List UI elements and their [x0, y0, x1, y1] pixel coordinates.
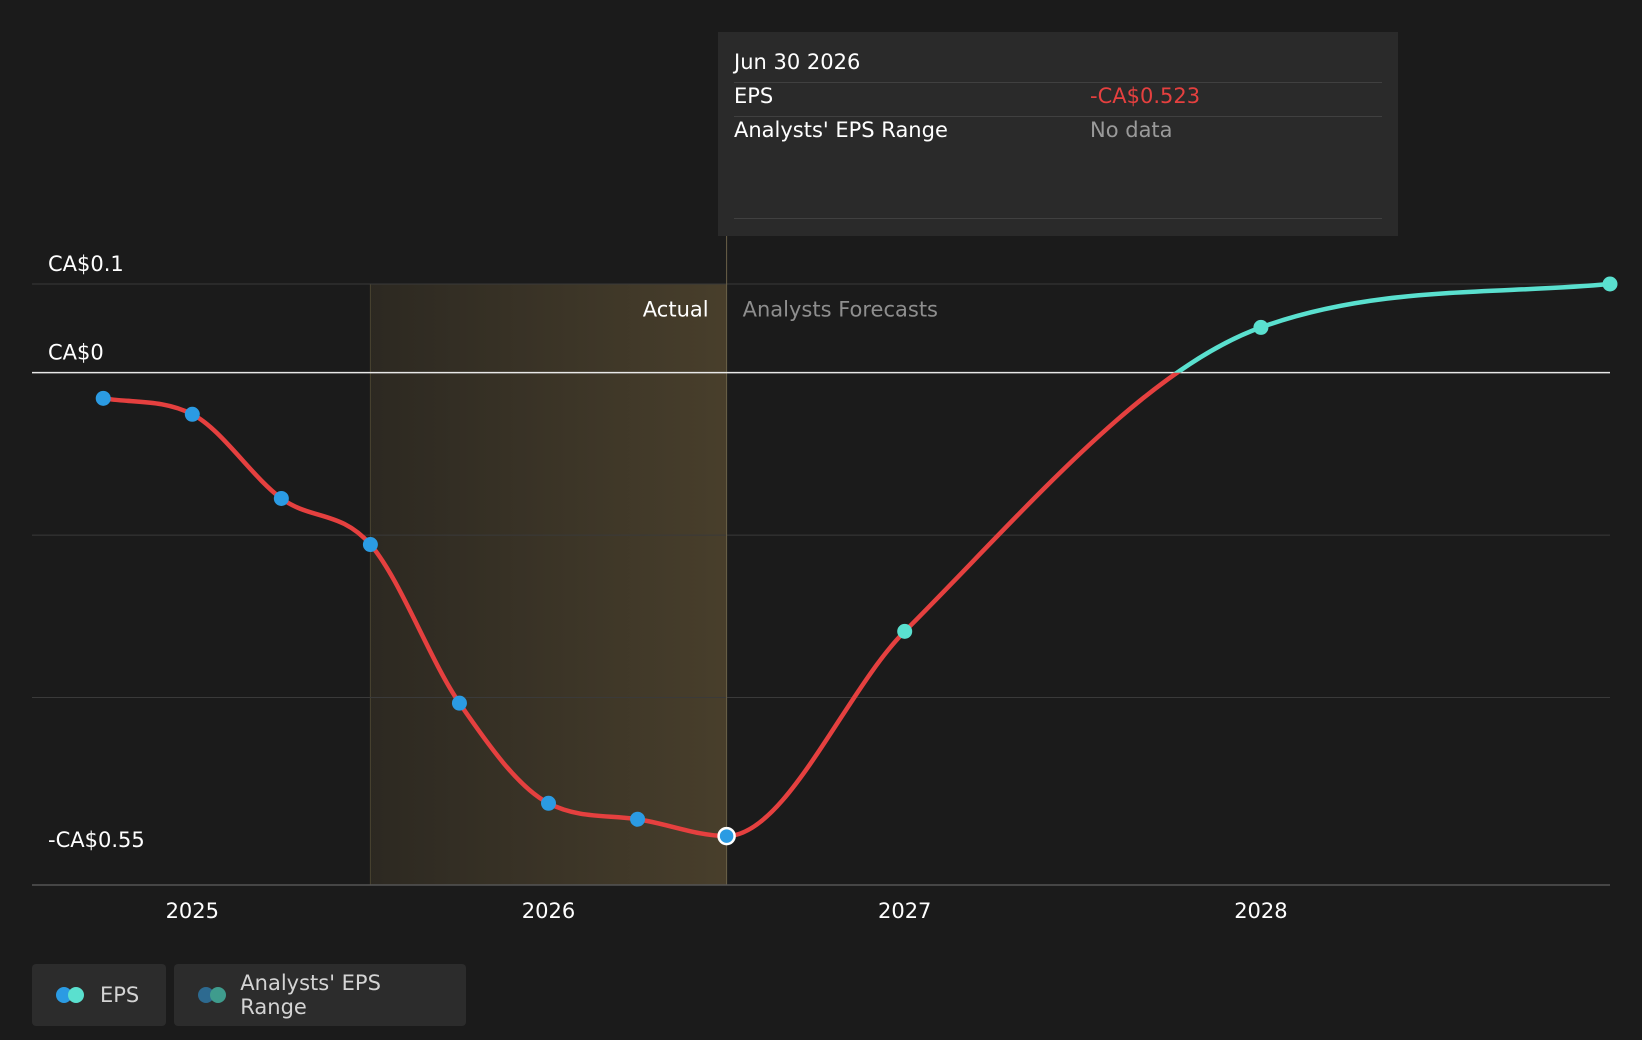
eps-actual-point [717, 826, 736, 846]
tooltip-divider [734, 82, 1382, 83]
tooltip-eps-value: -CA$0.523 [1090, 84, 1201, 108]
y-axis-label: CA$0.1 [48, 252, 124, 276]
x-tick-label: 2027 [878, 899, 931, 923]
eps-actual-point [630, 811, 646, 827]
gridlines [32, 283, 1610, 699]
eps-points [95, 276, 1618, 846]
x-tick-label: 2028 [1234, 899, 1287, 923]
eps-line-positive [1173, 281, 1613, 373]
legend-eps-label: EPS [100, 983, 140, 1007]
tooltip-range-label: Analysts' EPS Range [734, 118, 948, 142]
x-tick-label: 2026 [522, 899, 575, 923]
y-axis-labels: CA$0.1 CA$0 -CA$0.55 [48, 252, 145, 852]
eps-actual-point [362, 537, 378, 553]
y-axis-label: CA$0 [48, 341, 104, 365]
tooltip-date: Jun 30 2026 [734, 50, 861, 74]
eps-actual-point [95, 390, 111, 406]
eps-forecast-point [1253, 319, 1269, 335]
legend-range-button[interactable]: Analysts' EPS Range [174, 964, 466, 1026]
eps-legend-icon [56, 987, 86, 1003]
eps-forecast-point [1602, 276, 1618, 292]
eps-actual-point [273, 490, 289, 506]
tooltip: Jun 30 2026 EPS -CA$0.523 Analysts' EPS … [718, 32, 1398, 236]
tooltip-divider [734, 218, 1382, 219]
forecast-region-label: Analysts Forecasts [743, 298, 938, 322]
eps-line-negative [100, 372, 1182, 839]
eps-actual-point [451, 695, 467, 711]
tooltip-divider [734, 116, 1382, 117]
legend-range-label: Analysts' EPS Range [240, 971, 381, 1019]
x-axis-tick-labels: 2025 2026 2027 2028 [166, 899, 1288, 923]
y-axis-label: -CA$0.55 [48, 828, 145, 852]
eps-actual-point [541, 795, 557, 811]
tooltip-range-value: No data [1090, 118, 1173, 142]
x-tick-label: 2025 [166, 899, 219, 923]
tooltip-eps-label: EPS [734, 84, 774, 108]
eps-forecast-point [897, 623, 913, 639]
actual-region-label: Actual [643, 298, 709, 322]
legend-eps-button[interactable]: EPS [32, 964, 166, 1026]
eps-actual-point [184, 406, 200, 422]
range-legend-icon [198, 987, 226, 1003]
actual-period-highlight [370, 284, 727, 885]
